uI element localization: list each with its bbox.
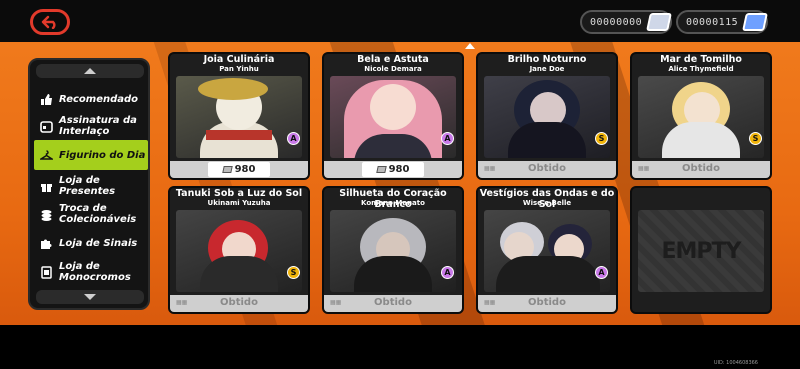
film-icon	[40, 265, 53, 279]
price-tag[interactable]: 980	[362, 162, 424, 177]
outfit-portrait	[484, 76, 610, 158]
sidebar-item-loja-de-sinais[interactable]: Loja de Sinais	[34, 234, 148, 252]
sidebar-item-label: Figurino do Dia	[59, 149, 146, 161]
sidebar-item-label: Loja de Presentes	[59, 175, 116, 197]
sidebar-item-label: Assinatura da Interlaço	[59, 115, 137, 137]
hanger-icon	[40, 149, 53, 162]
outfit-portrait	[176, 76, 302, 158]
rank-a-icon: A	[595, 266, 608, 279]
outfit-title: Tanuki Sob a Luz do Sol	[175, 188, 303, 199]
obtained-status: Obtido	[220, 297, 258, 308]
rank-a-icon: A	[287, 132, 300, 145]
outfit-title: Joia Culinária	[203, 54, 275, 65]
outfit-card[interactable]: Mar de Tomilho Alice Thymefield S ▦▦ Obt…	[630, 52, 772, 180]
currency-blue-ticket[interactable]: 00000115	[676, 10, 768, 34]
uid-label: UID: 1004608366	[713, 360, 758, 366]
sidebar-scroll-up-button[interactable]	[36, 64, 144, 78]
category-sidebar: Recomendado Assinatura da Interlaço Figu…	[28, 58, 150, 310]
price-value: 980	[388, 164, 410, 175]
rank-s-icon: S	[595, 132, 608, 145]
sidebar-item-label: Recomendado	[59, 93, 139, 105]
currency-value: 00000000	[590, 16, 643, 28]
puzzle-icon	[40, 237, 53, 250]
outfit-card[interactable]: Tanuki Sob a Luz do Sol Ukinami Yuzuha S…	[168, 186, 310, 314]
outfit-card[interactable]: Silhueta do Coração Branco Komano Manato…	[322, 186, 464, 314]
coins-icon	[40, 208, 53, 221]
outfit-card[interactable]: Joia Culinária Pan Yinhu A 980	[168, 52, 310, 180]
film-ticket-icon	[375, 166, 387, 173]
obtained-status: Obtido	[528, 163, 566, 174]
agent-name: Jane Doe	[529, 65, 565, 73]
outfit-portrait	[638, 76, 764, 158]
agent-name: Ukinami Yuzuha	[207, 199, 271, 207]
sidebar-item-loja-de-presentes[interactable]: Loja de Presentes	[34, 174, 148, 198]
agent-name: Komano Manato	[361, 199, 425, 207]
outfit-portrait	[176, 210, 302, 292]
outfit-card[interactable]: Vestígios das Ondas e do Sol Wise e Bell…	[476, 186, 618, 314]
chevron-up-icon	[84, 68, 96, 74]
outfit-title: Brilho Noturno	[507, 54, 587, 65]
sidebar-scroll-down-button[interactable]	[36, 290, 144, 304]
obtained-status: Obtido	[682, 163, 720, 174]
outfit-title: Mar de Tomilho	[660, 54, 742, 65]
empty-outfit-slot: EMPTY	[630, 186, 772, 314]
sidebar-item-recomendado[interactable]: Recomendado	[34, 90, 148, 108]
sidebar-item-label: Loja de Monocromos	[59, 261, 131, 283]
currency-film-ticket[interactable]: 00000000	[580, 10, 672, 34]
back-arrow-icon	[41, 15, 56, 29]
sidebar-item-label: Troca de Colecionáveis	[59, 203, 137, 225]
price-value: 980	[234, 164, 256, 175]
sidebar-item-assinatura[interactable]: Assinatura da Interlaço	[34, 114, 148, 138]
top-bar: 00000000 00000115	[0, 0, 800, 42]
film-ticket-icon	[646, 13, 672, 31]
outfit-portrait	[330, 210, 456, 292]
price-tag[interactable]: 980	[208, 162, 270, 177]
sidebar-item-troca-de-colecionaveis[interactable]: Troca de Colecionáveis	[34, 202, 148, 226]
rank-a-icon: A	[441, 132, 454, 145]
obtained-status: Obtido	[374, 297, 412, 308]
blue-ticket-icon	[742, 13, 768, 31]
outfit-portrait	[484, 210, 610, 292]
outfit-card[interactable]: Bela e Astuta Nicole Demara A 980	[322, 52, 464, 180]
agent-name: Wise e Belle	[522, 199, 572, 207]
obtained-status: Obtido	[528, 297, 566, 308]
rank-s-icon: S	[287, 266, 300, 279]
back-button[interactable]	[30, 9, 70, 35]
empty-slot-label: EMPTY	[638, 210, 764, 292]
agent-name: Alice Thymefield	[668, 65, 734, 73]
sidebar-item-loja-de-monocromos[interactable]: Loja de Monocromos	[34, 260, 148, 284]
scroll-up-indicator-icon	[465, 43, 475, 49]
agent-name: Pan Yinhu	[219, 65, 259, 73]
agent-name: Nicole Demara	[364, 65, 422, 73]
gift-icon	[40, 180, 53, 193]
outfit-title: Bela e Astuta	[357, 54, 429, 65]
sidebar-item-figurino-do-dia[interactable]: Figurino do Dia	[34, 140, 148, 170]
chevron-down-icon	[84, 294, 96, 300]
outfit-portrait	[330, 76, 456, 158]
currency-value: 00000115	[686, 16, 739, 28]
rank-s-icon: S	[749, 132, 762, 145]
outfit-card[interactable]: Brilho Noturno Jane Doe S ▦▦ Obtido	[476, 52, 618, 180]
calendar-icon	[40, 120, 53, 133]
sidebar-item-label: Loja de Sinais	[59, 237, 138, 249]
thumbs-up-icon	[40, 93, 53, 106]
film-ticket-icon	[221, 166, 233, 173]
rank-a-icon: A	[441, 266, 454, 279]
